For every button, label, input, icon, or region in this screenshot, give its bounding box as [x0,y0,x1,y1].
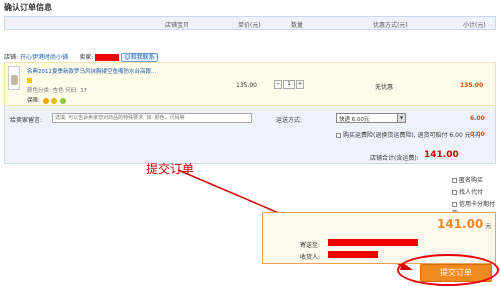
installment-checkbox[interactable] [452,202,457,207]
proxy-pay-checkbox[interactable] [452,190,457,195]
highlight-ring [397,254,499,286]
anonymous-checkbox[interactable] [452,178,457,183]
receiver-label: 收货人: [300,254,321,261]
anonymous-option[interactable]: 匿名购买 [452,175,483,184]
address-label: 寄送至: [300,242,321,249]
proxy-pay-option[interactable]: 找人代付 [452,187,483,196]
final-amount: 141.00 元 [437,217,492,231]
address-redacted [328,239,418,246]
receiver-redacted [328,251,378,258]
